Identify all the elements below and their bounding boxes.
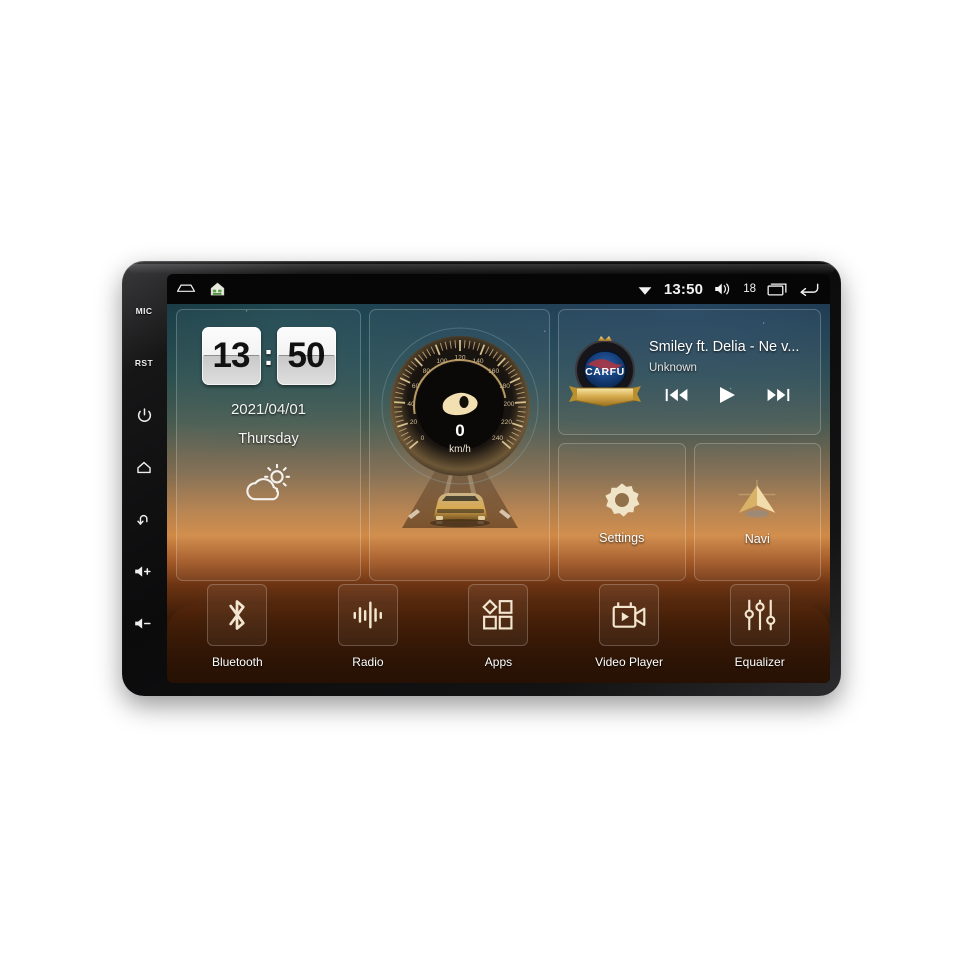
equalizer-app[interactable]: Equalizer (698, 584, 821, 679)
home-outline-icon[interactable] (176, 282, 196, 296)
bluetooth-icon-box[interactable] (207, 584, 268, 646)
volume-down-button[interactable] (122, 597, 166, 649)
previous-track-button[interactable] (664, 386, 690, 404)
speed-tick-label: 20 (410, 419, 418, 426)
speedometer-graphic: 020406080100 120 140160180200220240 0 km… (381, 327, 539, 528)
equalizer-sliders-icon (744, 599, 776, 631)
app-dock: Bluetooth Radio Apps Video Player Equali… (176, 584, 821, 679)
car-head-unit-device: MIC RST 13:50 18 13: 50 2021/04/01 Thur… (122, 261, 841, 696)
radio-waveform-icon (353, 601, 382, 629)
mic-button-label: MIC (135, 306, 153, 316)
car-on-road-icon (430, 493, 490, 527)
wifi-icon (638, 286, 652, 295)
widget-row: 13 : 50 2021/04/01 Thursday 0 20 40 60 8… (176, 309, 821, 581)
clock-widget[interactable]: 13 : 50 2021/04/01 Thursday (176, 309, 361, 581)
mic-button[interactable]: MIC (122, 285, 166, 337)
home-app-icon[interactable] (209, 281, 226, 297)
radio-icon-box[interactable] (337, 584, 398, 646)
navigation-arrow-icon (738, 479, 776, 518)
settings-tile[interactable]: Settings (558, 443, 686, 581)
reset-button[interactable]: RST (122, 337, 166, 389)
video-player-app[interactable]: Video Player (568, 584, 691, 679)
back-icon (137, 514, 148, 525)
recents-icon[interactable] (767, 282, 787, 297)
track-title: Smiley ft. Delia - Ne v... (649, 339, 800, 355)
speed-tick-label: 240 (492, 435, 503, 442)
carfu-logo-text: CARFU (585, 366, 625, 378)
track-artist: Unknown (649, 362, 697, 374)
volume-level: 18 (743, 283, 756, 295)
back-arrow-icon[interactable] (798, 281, 820, 297)
media-player-widget[interactable]: CARFU Smiley ft. Delia - Ne v... Unknown (558, 309, 821, 435)
navi-tile[interactable]: Navi (693, 443, 821, 581)
power-icon (137, 407, 151, 422)
status-bar-right: 13:50 18 (637, 281, 820, 298)
radio-app-label: Radio (352, 655, 384, 669)
tile-row: Settings Navi (558, 443, 821, 581)
carfu-badge-icon: CARFU (569, 336, 641, 407)
clock-weekday: Thursday (238, 431, 299, 447)
status-bar-left (176, 281, 226, 297)
media-controls (649, 385, 810, 405)
speed-tick-label: 200 (503, 401, 514, 408)
flip-clock: 13 : 50 (201, 327, 336, 385)
weather-widget[interactable] (241, 463, 297, 509)
volume-up-button[interactable] (122, 545, 166, 597)
reset-button-label: RST (134, 358, 154, 368)
status-bar-time: 13:50 (663, 280, 704, 298)
video-player-app-label: Video Player (595, 655, 663, 669)
clock-date: 2021/04/01 (230, 401, 307, 418)
hardware-button-column: MIC RST (122, 271, 166, 686)
settings-tile-label: Settings (599, 531, 645, 545)
power-button[interactable] (122, 389, 166, 441)
navi-tile-label: Navi (744, 532, 770, 546)
home-screen-content: 13 : 50 2021/04/01 Thursday 0 20 40 60 8… (167, 304, 830, 683)
status-bar: 13:50 18 (167, 274, 830, 304)
apps-app-label: Apps (484, 655, 513, 669)
home-button[interactable] (122, 441, 166, 493)
speed-tick-label: 0 (421, 435, 425, 442)
equalizer-app-label: Equalizer (734, 655, 785, 669)
clock-minutes: 50 (276, 327, 336, 385)
bluetooth-app-label: Bluetooth (211, 655, 263, 669)
speed-value: 0 (455, 421, 464, 440)
touchscreen[interactable]: 13:50 18 13: 50 2021/04/01 Thursday 0 2… (167, 274, 830, 683)
home-icon (137, 461, 151, 473)
volume-down-icon (135, 617, 151, 629)
play-button[interactable] (716, 385, 738, 405)
apps-icon-box[interactable] (468, 584, 529, 646)
speed-unit: km/h (449, 444, 471, 455)
radio-app[interactable]: Radio (307, 584, 430, 679)
speedometer-widget[interactable]: 0 20 40 60 80 100 120 140 160 180 200 220 240 0 k (369, 309, 550, 581)
clock-hours: 13 (201, 327, 261, 385)
back-button[interactable] (122, 493, 166, 545)
bluetooth-app[interactable]: Bluetooth (176, 584, 299, 679)
media-info: Smiley ft. Delia - Ne v... Unknown (643, 339, 810, 405)
partly-cloudy-icon (245, 463, 290, 501)
video-player-icon-box[interactable] (599, 584, 660, 646)
clock-separator: : (263, 339, 274, 372)
equalizer-icon-box[interactable] (729, 584, 790, 646)
right-column: CARFU Smiley ft. Delia - Ne v... Unknown (558, 309, 821, 581)
carfu-logo: CARFU (567, 330, 643, 414)
bluetooth-icon (229, 600, 245, 630)
video-camera-icon (612, 602, 646, 628)
next-track-button[interactable] (765, 386, 791, 404)
apps-app[interactable]: Apps (437, 584, 560, 679)
volume-up-icon (135, 565, 151, 577)
speed-tick-label: 220 (501, 419, 512, 426)
apps-grid-icon (482, 599, 513, 630)
volume-icon (715, 283, 730, 295)
gear-icon (605, 483, 640, 517)
